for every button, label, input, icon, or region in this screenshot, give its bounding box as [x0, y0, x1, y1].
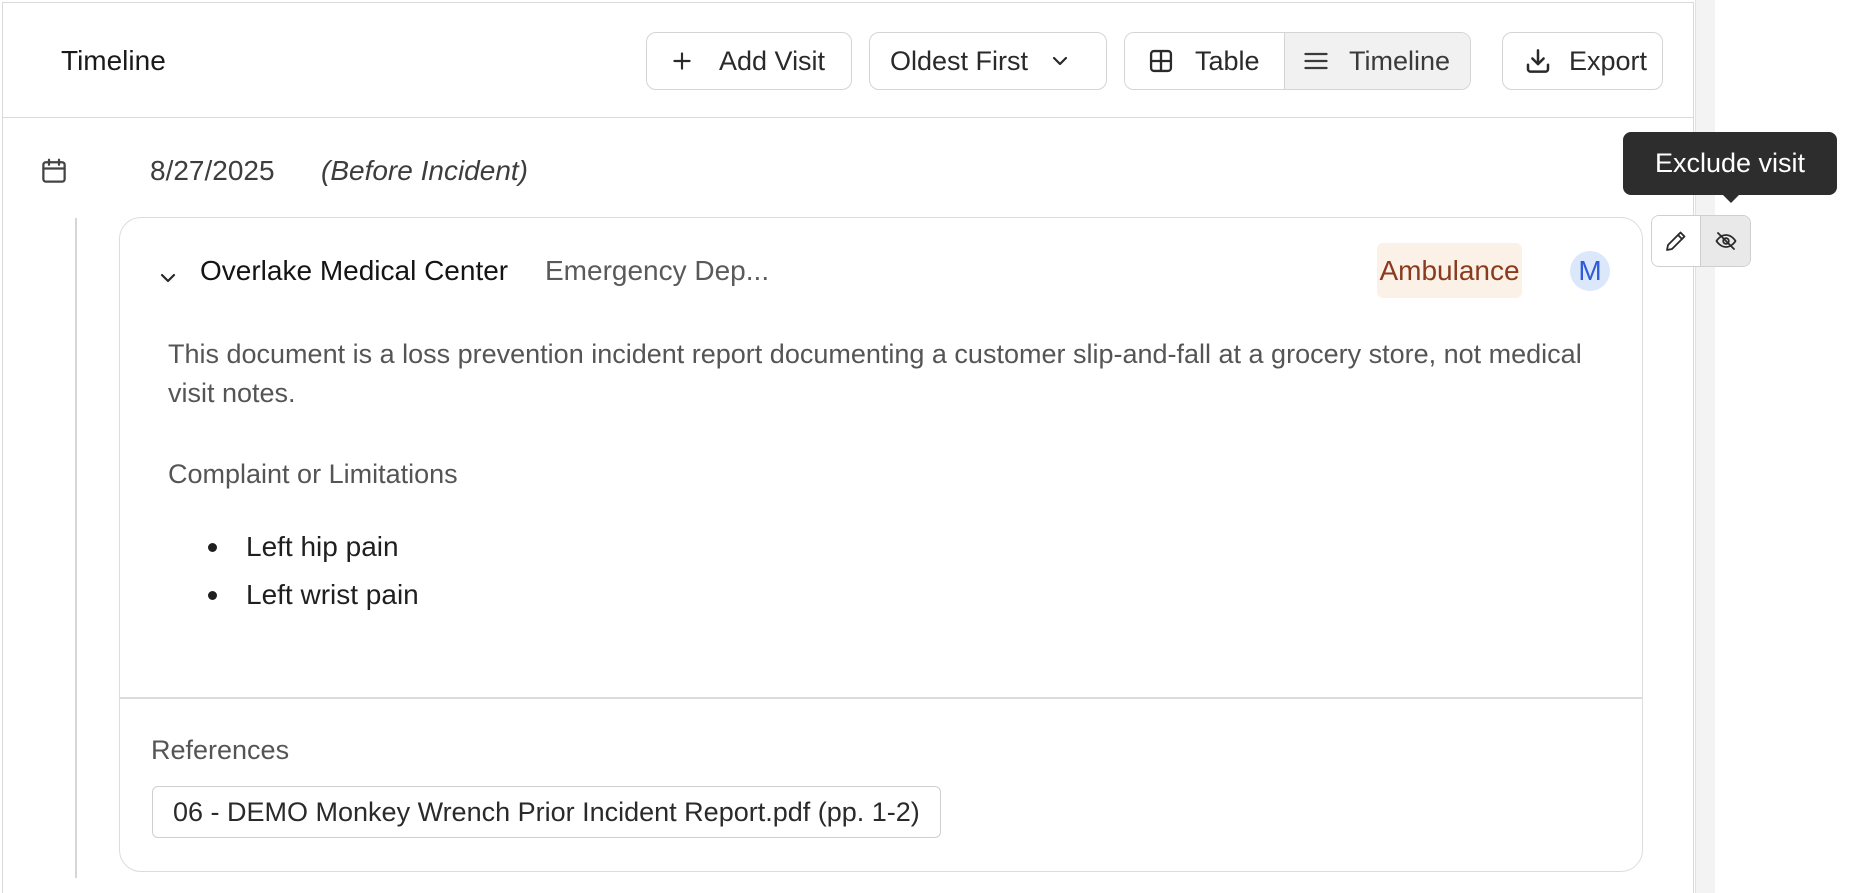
collapse-chevron-icon[interactable]	[156, 266, 180, 290]
references-heading: References	[151, 735, 290, 765]
visit-summary: This document is a loss prevention incid…	[168, 339, 1582, 408]
grid-icon	[1149, 49, 1173, 73]
view-table-button[interactable]: Table	[1125, 33, 1285, 89]
visit-actions	[1651, 215, 1751, 267]
view-toggle: Table Timeline	[1124, 32, 1471, 90]
timeline-connector	[75, 218, 77, 878]
view-table-label: Table	[1195, 45, 1260, 76]
provider-name: Overlake Medical Center	[200, 255, 509, 286]
pencil-icon	[1666, 231, 1686, 251]
exclude-visit-button[interactable]	[1701, 216, 1750, 266]
visit-card: Overlake Medical Center Emergency Dep...…	[119, 217, 1643, 872]
view-timeline-button[interactable]: Timeline	[1285, 33, 1470, 89]
avatar: M	[1570, 251, 1610, 291]
view-timeline-label: Timeline	[1349, 45, 1451, 76]
timeline-header: Timeline Add Visit Oldest First Table Ti…	[3, 3, 1693, 118]
sort-order-select[interactable]: Oldest First	[869, 32, 1107, 90]
exclude-visit-tooltip: Exclude visit	[1623, 132, 1837, 195]
export-button[interactable]: Export	[1502, 32, 1663, 90]
visit-date: 8/27/2025	[150, 155, 275, 186]
reference-chip[interactable]: 06 - DEMO Monkey Wrench Prior Incident R…	[152, 786, 941, 838]
add-visit-button[interactable]: Add Visit	[646, 32, 852, 90]
department-name: Emergency Dep...	[545, 255, 770, 286]
eye-off-icon	[1715, 232, 1736, 250]
complaint-list: Left hip pain Left wrist pain	[208, 530, 419, 626]
visit-date-note: (Before Incident)	[321, 155, 528, 186]
add-visit-label: Add Visit	[719, 45, 826, 76]
visit-type-badge: Ambulance	[1377, 243, 1522, 298]
edit-visit-button[interactable]	[1652, 216, 1701, 266]
download-icon	[1526, 49, 1550, 73]
tooltip-arrow	[1722, 194, 1740, 203]
chevron-down-icon	[1052, 56, 1068, 66]
complaint-heading: Complaint or Limitations	[168, 459, 458, 489]
divider	[120, 697, 1642, 699]
timeline-page: Timeline Add Visit Oldest First Table Ti…	[0, 0, 1858, 893]
sort-order-label: Oldest First	[890, 45, 1029, 76]
timeline-panel: Timeline Add Visit Oldest First Table Ti…	[2, 2, 1694, 893]
calendar-icon	[42, 158, 66, 183]
list-item: Left hip pain	[208, 530, 419, 578]
page-title: Timeline	[61, 45, 166, 76]
plus-icon	[673, 52, 691, 70]
list-item: Left wrist pain	[208, 578, 419, 626]
export-label: Export	[1569, 45, 1648, 76]
list-icon	[1304, 52, 1328, 70]
